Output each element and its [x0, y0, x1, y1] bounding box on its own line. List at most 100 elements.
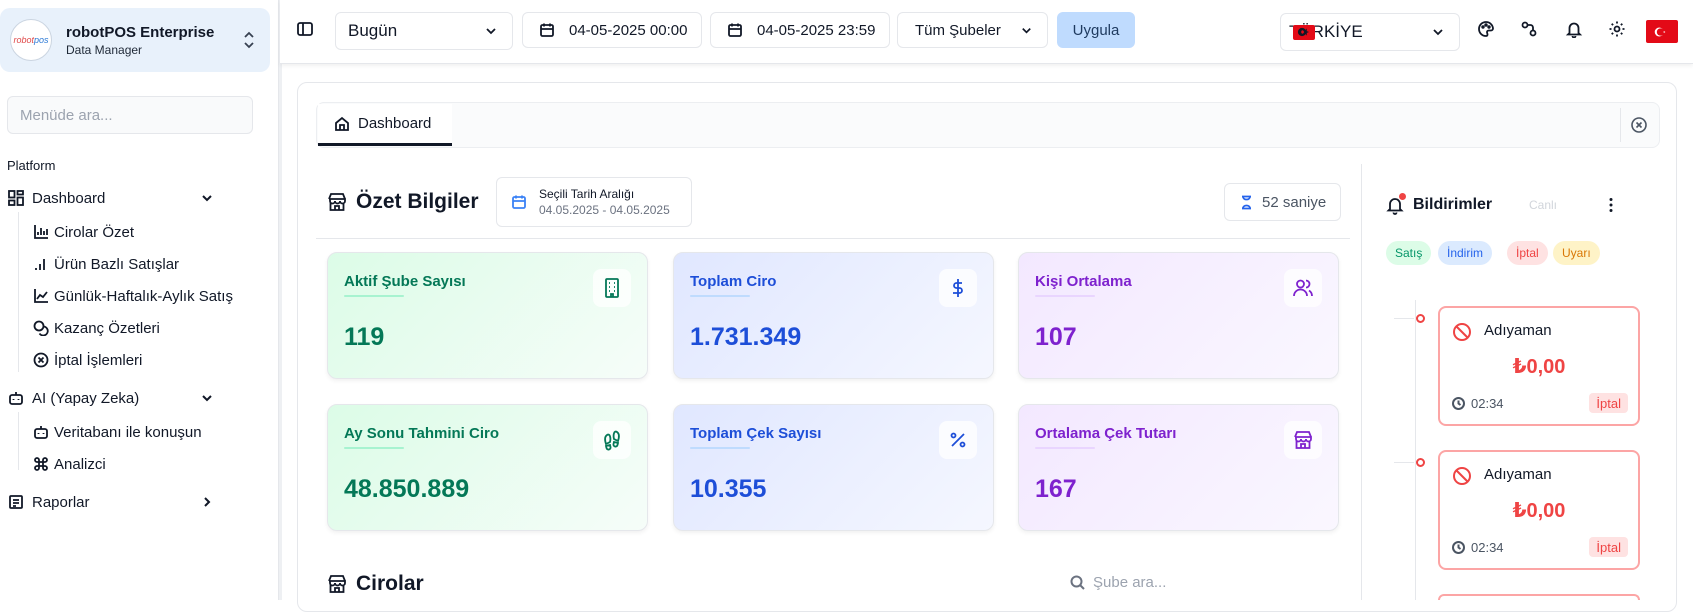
- notification-amount: ₺0,00: [1512, 356, 1566, 378]
- sidebar-item-dashboard[interactable]: Dashboard: [8, 188, 105, 208]
- chevron-down-icon: [486, 28, 496, 35]
- selected-date-range: Seçili Tarih Aralığı 04.05.2025 - 04.05.…: [496, 177, 692, 227]
- store-icon: [328, 193, 346, 211]
- filter-chip-uyari[interactable]: Uyarı: [1553, 241, 1600, 265]
- sidebar-item-label: Kazanç Özetleri: [54, 319, 160, 337]
- integrations-button[interactable]: [1520, 20, 1540, 40]
- summary-title-text: Özet Bilgiler: [356, 190, 479, 213]
- settings-button[interactable]: [1608, 20, 1628, 40]
- sidebar-item-label: Ürün Bazlı Satışlar: [54, 255, 180, 273]
- bar-chart-icon: [34, 225, 48, 239]
- line-chart-icon: [34, 289, 48, 303]
- period-select[interactable]: Bugün: [335, 12, 513, 50]
- notifications-button[interactable]: [1565, 20, 1585, 40]
- notification-card[interactable]: Adıyaman ₺0,00 02:34 İptal: [1438, 306, 1640, 426]
- brand-switcher[interactable]: robot pos robotPOS Enterprise Data Manage…: [0, 8, 270, 72]
- notification-card-partial: [1438, 594, 1640, 600]
- branch-select-value: Tüm Şubeler: [915, 21, 1001, 39]
- country-select[interactable]: TÜRKİYE: [1280, 13, 1460, 51]
- store-icon: [1294, 431, 1312, 449]
- sidebar-item-label: Cirolar Özet: [54, 223, 135, 241]
- branch-select[interactable]: Tüm Şubeler: [897, 12, 1048, 48]
- more-vertical-icon[interactable]: [1603, 196, 1619, 214]
- start-date-picker[interactable]: 04-05-2025 00:00: [522, 12, 702, 48]
- building-icon: [605, 278, 619, 298]
- branch-search-input[interactable]: Şube ara...: [1070, 574, 1166, 591]
- apply-button[interactable]: Uygula: [1057, 12, 1135, 48]
- notification-card[interactable]: Adıyaman ₺0,00 02:34 İptal: [1438, 450, 1640, 570]
- stat-card-kisi-ortalama: Kişi Ortalama 107: [1018, 252, 1339, 379]
- signal-bars-icon: [35, 259, 45, 270]
- summary-title: Özet Bilgiler: [326, 190, 479, 214]
- sidebar-item-analizci[interactable]: Analizci: [33, 454, 106, 474]
- sidebar-item-kazanc-ozetleri[interactable]: Kazanç Özetleri: [33, 318, 160, 338]
- chevron-down-icon: [1022, 27, 1031, 34]
- date-range-value: 04.05.2025 - 04.05.2025: [539, 203, 670, 217]
- calendar-icon: [728, 23, 742, 37]
- timer-value: 52: [1262, 193, 1279, 211]
- sidebar-item-urun-bazli-satislar[interactable]: Ürün Bazlı Satışlar: [33, 254, 179, 274]
- menu-search-input[interactable]: Menüde ara...: [7, 96, 253, 134]
- stat-card-toplam-cek-sayisi: Toplam Çek Sayısı 10.355: [673, 404, 994, 531]
- clock-icon: [1452, 397, 1465, 410]
- notification-tag: İptal: [1589, 537, 1628, 557]
- coins-icon: [33, 320, 49, 336]
- search-icon: [1070, 575, 1085, 590]
- cirolar-title: Cirolar: [326, 572, 424, 596]
- sidebar-item-label: AI (Yapay Zeka): [32, 389, 140, 407]
- report-icon: [9, 495, 23, 509]
- live-label: Canlı: [1529, 198, 1558, 212]
- theme-palette-button[interactable]: [1477, 20, 1497, 40]
- notification-time: 02:34: [1471, 540, 1504, 555]
- date-range-title: Seçili Tarih Aralığı: [539, 187, 635, 201]
- filter-chip-indirim[interactable]: İndirim: [1438, 241, 1493, 265]
- workflow-icon: [1521, 21, 1537, 37]
- hourglass-icon: [1242, 195, 1251, 209]
- filter-chip-iptal[interactable]: İptal: [1507, 241, 1548, 265]
- sidebar-item-label: Dashboard: [32, 189, 106, 207]
- stat-value: 1.731.349: [690, 323, 802, 351]
- stat-label: Kişi Ortalama: [1035, 273, 1132, 290]
- language-flag-button[interactable]: [1646, 20, 1678, 43]
- tab-label: Dashboard: [358, 115, 432, 132]
- notification-amount: ₺0,00: [1512, 500, 1566, 522]
- end-date-picker[interactable]: 04-05-2025 23:59: [710, 12, 890, 48]
- sidebar-item-gunluk-haftalik-aylik-satis[interactable]: Günlük-Haftalık-Aylık Satış: [33, 286, 233, 306]
- sidebar-item-veritabani-ile-konusun[interactable]: Veritabanı ile konuşun: [33, 422, 202, 442]
- bot-icon: [9, 392, 23, 405]
- notification-time: 02:34: [1471, 396, 1504, 411]
- chevron-down-icon[interactable]: [200, 391, 214, 405]
- stat-label: Aktif Şube Sayısı: [344, 273, 466, 290]
- tab-bar: [316, 102, 1660, 148]
- sidebar-item-ai[interactable]: AI (Yapay Zeka): [8, 388, 139, 408]
- timeline-dot: [1416, 458, 1425, 467]
- sidebar-item-raporlar[interactable]: Raporlar: [8, 492, 90, 512]
- gear-icon: [1609, 21, 1625, 37]
- sidebar-item-label: Günlük-Haftalık-Aylık Satış: [54, 287, 233, 305]
- stat-value: 167: [1035, 475, 1077, 503]
- chevron-right-icon[interactable]: [200, 495, 214, 509]
- sidebar-item-cirolar-ozet[interactable]: Cirolar Özet: [33, 222, 134, 242]
- stat-value: 107: [1035, 323, 1077, 351]
- brand-subtitle: Data Manager: [66, 42, 143, 57]
- timeline-dot: [1416, 314, 1425, 323]
- brand-title: robotPOS Enterprise: [66, 23, 215, 41]
- close-tabs-icon[interactable]: [1630, 116, 1648, 134]
- turkey-flag-icon: [1293, 24, 1315, 40]
- sidebar-item-iptal-islemleri[interactable]: İptal İşlemleri: [33, 350, 142, 370]
- tab-dashboard[interactable]: Dashboard: [318, 104, 452, 146]
- stat-label: Toplam Çek Sayısı: [690, 425, 822, 442]
- timer-unit: saniye: [1282, 193, 1327, 211]
- start-date-value: 04-05-2025 00:00: [569, 21, 688, 39]
- sidebar: robot pos robotPOS Enterprise Data Manage…: [0, 0, 282, 600]
- sidebar-toggle-button[interactable]: [296, 20, 316, 40]
- sidebar-item-label: Analizci: [54, 455, 106, 473]
- filter-chip-satis[interactable]: Satış: [1386, 241, 1432, 265]
- refresh-timer: 52 saniye: [1224, 183, 1341, 221]
- chevron-down-icon[interactable]: [200, 191, 214, 205]
- stat-value: 10.355: [690, 475, 767, 503]
- dashboard-icon: [8, 190, 24, 206]
- cirolar-title-text: Cirolar: [356, 572, 424, 595]
- panel-left-icon: [297, 22, 313, 36]
- chevron-down-icon: [1433, 29, 1443, 36]
